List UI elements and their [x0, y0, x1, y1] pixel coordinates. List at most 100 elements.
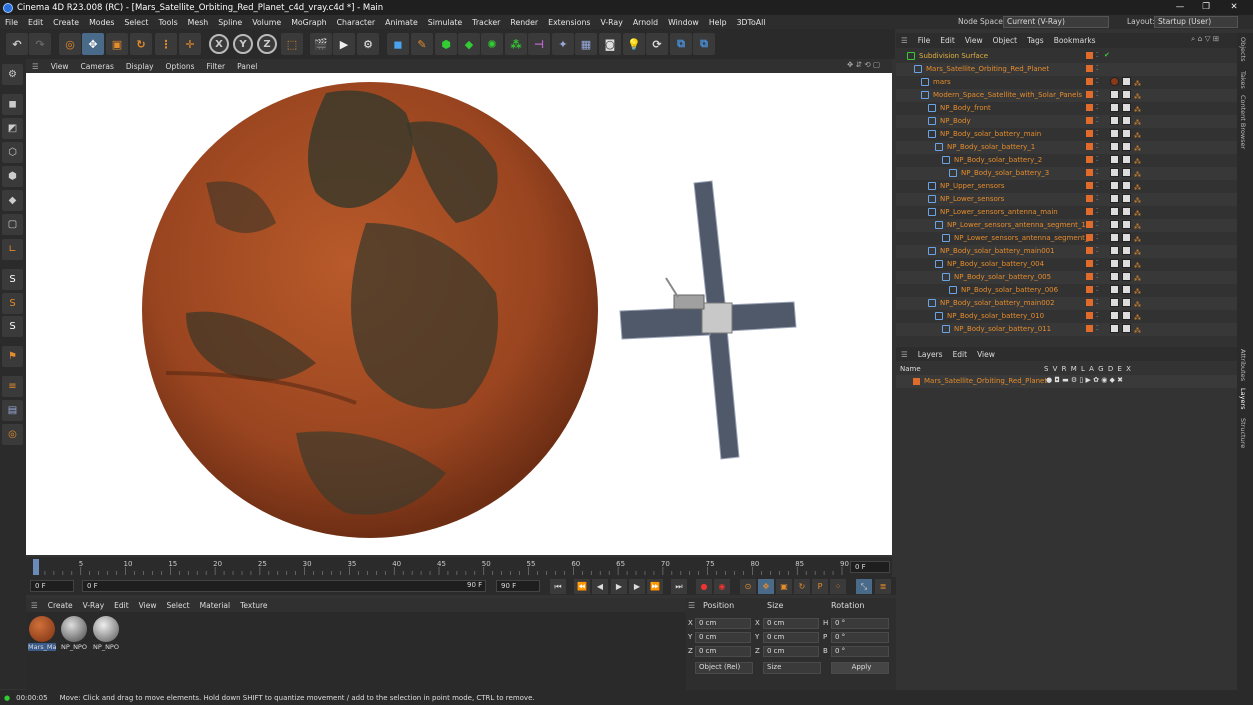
layout-select[interactable]: Startup (User) — [1154, 16, 1238, 28]
start-frame-field[interactable]: 0 F — [30, 580, 74, 592]
layer-flag-icons[interactable]: ● ◘ ▬ ⚙ ▯ ▶ ✿ ◉ ◆ ✖ — [1046, 376, 1123, 384]
size-y-field[interactable]: 0 cm — [763, 632, 819, 643]
go-to-start-icon[interactable]: ⏮ — [550, 579, 566, 594]
object-row[interactable]: NP_Lower_sensors ⁚ ⁂ — [896, 193, 1237, 206]
menu-vray[interactable]: V-Ray — [595, 18, 627, 27]
material-menu-edit[interactable]: Edit — [109, 601, 134, 610]
menu-help[interactable]: Help — [704, 18, 732, 27]
rotation-b-field[interactable]: 0 ° — [831, 646, 889, 657]
undo-icon[interactable]: ↶ — [6, 33, 28, 55]
material-tag-icon[interactable] — [1122, 142, 1131, 151]
material-tag-icon[interactable] — [1110, 324, 1119, 333]
menu-mesh[interactable]: Mesh — [183, 18, 214, 27]
layer-menu-edit[interactable]: Edit — [948, 350, 973, 359]
position-z-field[interactable]: 0 cm — [695, 646, 751, 657]
coords-hamburger-icon[interactable]: ☰ — [688, 601, 695, 610]
material-menu-texture[interactable]: Texture — [235, 601, 272, 610]
material-tag-icon[interactable] — [1122, 246, 1131, 255]
layer-color-swatch[interactable] — [1086, 208, 1093, 215]
layer-color-swatch[interactable] — [1086, 143, 1093, 150]
layer-hamburger-icon[interactable]: ☰ — [896, 350, 913, 359]
object-row[interactable]: NP_Body_solar_battery_006 ⁚ ⁂ — [896, 284, 1237, 297]
hamburger-icon[interactable]: ☰ — [26, 62, 45, 71]
material-tag-icon[interactable] — [1122, 298, 1131, 307]
frame-range-slider[interactable]: 0 F — [82, 580, 486, 592]
next-frame-icon[interactable]: ▶ — [629, 579, 645, 594]
object-tags[interactable]: ⁂ — [1110, 233, 1150, 244]
visibility-dots-icon[interactable]: ⁚ — [1096, 246, 1098, 254]
menu-edit[interactable]: Edit — [23, 18, 48, 27]
object-tags[interactable]: ⁂ — [1110, 155, 1150, 166]
recent-tools-icon[interactable]: ⋮ — [155, 33, 177, 55]
vray-tag-icon[interactable]: ⁂ — [1134, 210, 1141, 218]
vray-tag-icon[interactable]: ⁂ — [1134, 145, 1141, 153]
material-tag-icon[interactable] — [1110, 77, 1119, 86]
menu-animate[interactable]: Animate — [380, 18, 423, 27]
record-icon[interactable]: ● — [696, 579, 712, 594]
material-tag-icon[interactable] — [1110, 129, 1119, 138]
material-tag-icon[interactable] — [1122, 90, 1131, 99]
vray-tag-icon[interactable]: ⁂ — [1134, 184, 1141, 192]
node-space-select[interactable]: Current (V-Ray) — [1003, 16, 1109, 28]
menu-select[interactable]: Select — [119, 18, 153, 27]
z-axis-lock-icon[interactable]: Z — [257, 34, 277, 54]
menu-volume[interactable]: Volume — [247, 18, 286, 27]
coordinate-mode-select[interactable]: Object (Rel) — [695, 662, 753, 674]
layer-color-swatch[interactable] — [1086, 156, 1093, 163]
object-menu-edit[interactable]: Edit — [935, 36, 960, 45]
material-tag-icon[interactable] — [1122, 103, 1131, 112]
object-tags[interactable]: ⁂ — [1110, 285, 1150, 296]
object-row[interactable]: NP_Body_solar_battery_main002 ⁚ ⁂ — [896, 297, 1237, 310]
material-tag-icon[interactable] — [1110, 220, 1119, 229]
mograph-icon[interactable]: ✺ — [481, 33, 503, 55]
material-tag-icon[interactable] — [1122, 285, 1131, 294]
object-row[interactable]: NP_Body_front ⁚ ⁂ — [896, 102, 1237, 115]
material-swatch[interactable]: Mars_Ma — [28, 615, 56, 656]
timeline-ruler[interactable]: 051015202530354045505560657075808590 0 F — [26, 557, 892, 577]
key-param-icon[interactable]: P — [812, 579, 828, 594]
coordinate-system-icon[interactable]: ⬚ — [281, 33, 303, 55]
vray-tag-icon[interactable]: ⁂ — [1134, 197, 1141, 205]
visibility-dots-icon[interactable]: ⁚ — [1096, 272, 1098, 280]
layer-color-swatch[interactable] — [1086, 104, 1093, 111]
size-x-field[interactable]: 0 cm — [763, 618, 819, 629]
timeline-window-icon[interactable]: ⤡ — [856, 579, 872, 594]
visibility-dots-icon[interactable]: ⁚ — [1096, 285, 1098, 293]
layer-color-swatch[interactable] — [1086, 117, 1093, 124]
key-pla-icon[interactable]: ⁘ — [830, 579, 846, 594]
viewport-menu-options[interactable]: Options — [160, 62, 201, 71]
menu-extensions[interactable]: Extensions — [543, 18, 595, 27]
menu-render[interactable]: Render — [505, 18, 543, 27]
visibility-dots-icon[interactable]: ⁚ — [1096, 129, 1098, 137]
material-tag-icon[interactable] — [1110, 103, 1119, 112]
visibility-dots-icon[interactable]: ⁚ — [1096, 311, 1098, 319]
menu-spline[interactable]: Spline — [213, 18, 247, 27]
vray-tag-icon[interactable]: ⁂ — [1134, 288, 1141, 296]
y-axis-lock-icon[interactable]: Y — [233, 34, 253, 54]
visibility-dots-icon[interactable]: ⁚ — [1096, 103, 1098, 111]
object-hamburger-icon[interactable]: ☰ — [896, 36, 913, 45]
material-tag-icon[interactable] — [1110, 155, 1119, 164]
layer-color-swatch[interactable] — [1086, 234, 1093, 241]
render-settings-icon[interactable]: ⚙ — [357, 33, 379, 55]
rotation-p-field[interactable]: 0 ° — [831, 632, 889, 643]
cube-icon[interactable]: ◼ — [387, 33, 409, 55]
snap-icon[interactable]: S — [2, 269, 23, 290]
layer-icon[interactable]: ▤ — [2, 400, 23, 421]
object-row[interactable]: Subdivision Surface ⁚ ✔ — [896, 50, 1237, 63]
object-tags[interactable]: ⁂ — [1110, 142, 1150, 153]
visibility-dots-icon[interactable]: ⁚ — [1096, 207, 1098, 215]
prev-key-icon[interactable]: ⏪ — [574, 579, 590, 594]
menu-modes[interactable]: Modes — [84, 18, 119, 27]
tab-content-browser[interactable]: Content Browser — [1239, 95, 1247, 149]
vray-tag-icon[interactable]: ⁂ — [1134, 314, 1141, 322]
menu-mograph[interactable]: MoGraph — [286, 18, 331, 27]
visibility-dots-icon[interactable]: ⁚ — [1096, 181, 1098, 189]
floor-icon[interactable]: ▦ — [575, 33, 597, 55]
visibility-dots-icon[interactable]: ⁚ — [1096, 64, 1098, 72]
layer-color-swatch[interactable] — [1086, 221, 1093, 228]
layer-color-swatch[interactable] — [1086, 182, 1093, 189]
material-tag-icon[interactable] — [1110, 142, 1119, 151]
menu-character[interactable]: Character — [332, 18, 381, 27]
vray-tag-icon[interactable]: ⁂ — [1134, 236, 1141, 244]
